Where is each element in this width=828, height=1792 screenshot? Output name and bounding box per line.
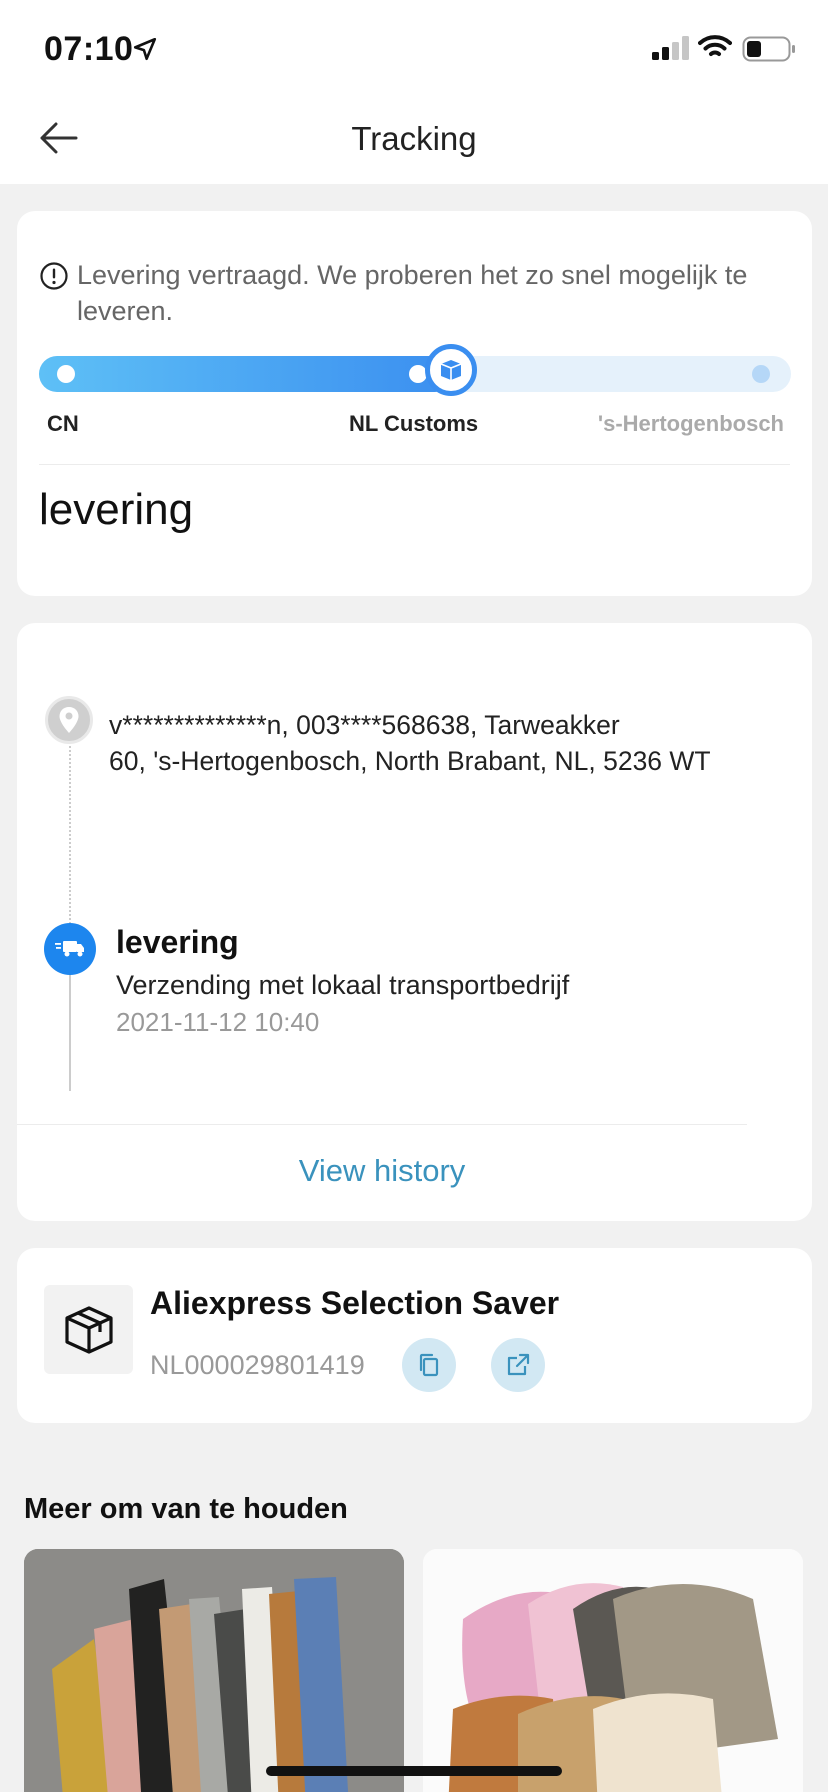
recommendations-heading: Meer om van te houden	[24, 1493, 348, 1525]
current-status: levering	[39, 485, 194, 534]
delay-notice-text: Levering vertraagd. We proberen het zo s…	[77, 260, 748, 326]
divider	[17, 1124, 747, 1125]
product-image	[423, 1549, 803, 1792]
box-icon	[64, 1305, 113, 1354]
stop-label-origin: CN	[47, 411, 79, 436]
package-icon	[440, 360, 462, 380]
stop-label-customs: NL Customs	[349, 411, 479, 436]
event-timestamp: 2021-11-12 10:40	[116, 1007, 320, 1037]
event-title: levering	[116, 924, 239, 960]
tracking-progress-card: Levering vertraagd. We proberen het zo s…	[17, 211, 812, 596]
copy-icon	[419, 1353, 439, 1377]
view-history-link[interactable]: View history	[17, 1153, 747, 1189]
carrier-name: Aliexpress Selection Saver	[150, 1285, 560, 1321]
progress-dot-origin	[57, 365, 75, 383]
delay-notice: Levering vertraagd. We proberen het zo s…	[39, 257, 779, 329]
progress-dot-destination	[752, 365, 770, 383]
current-location-marker	[425, 344, 477, 396]
tracking-number: NL000029801419	[150, 1350, 365, 1380]
open-carrier-site-button[interactable]	[491, 1338, 545, 1392]
progress-fill	[39, 356, 453, 392]
cellular-signal-icon	[652, 36, 689, 60]
copy-tracking-button[interactable]	[402, 1338, 456, 1392]
tracking-timeline-card: v**************n, 003****568638, Tarweak…	[17, 623, 812, 1221]
map-pin-icon	[59, 707, 79, 733]
event-description: Verzending met lokaal transportbedrijf	[116, 970, 570, 1000]
battery-icon	[742, 36, 795, 62]
external-link-icon	[507, 1353, 530, 1376]
home-indicator[interactable]	[266, 1766, 562, 1776]
stop-label-destination: 's-Hertogenbosch	[597, 411, 784, 436]
event-marker	[44, 923, 96, 975]
alert-circle-icon	[40, 262, 68, 290]
wifi-icon	[698, 35, 732, 56]
address-pin	[45, 696, 93, 744]
status-time: 07:10	[44, 30, 134, 68]
product-card[interactable]	[24, 1549, 404, 1792]
delivery-truck-icon	[55, 941, 84, 957]
shipment-progress-bar	[39, 344, 791, 396]
carrier-logo	[44, 1285, 133, 1374]
carrier-card: Aliexpress Selection Saver NL00002980141…	[17, 1248, 812, 1423]
delivery-address: v**************n, 003****568638, Tarweak…	[109, 710, 711, 776]
top-nav-bar: Tracking	[0, 90, 828, 184]
location-arrow-icon	[133, 37, 157, 61]
timeline-connector	[69, 975, 71, 1091]
page-title: Tracking	[351, 120, 477, 157]
status-bar: 07:10	[0, 0, 828, 90]
product-card[interactable]	[423, 1549, 803, 1792]
divider	[39, 464, 790, 465]
product-image	[24, 1549, 404, 1792]
